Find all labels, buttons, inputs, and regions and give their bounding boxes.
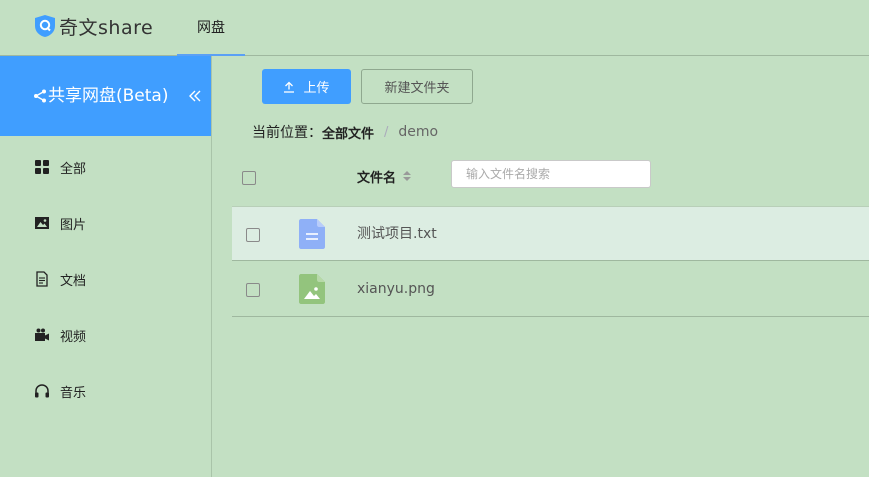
new-folder-button[interactable]: 新建文件夹 xyxy=(361,69,473,104)
select-all-checkbox[interactable] xyxy=(242,171,256,185)
top-bar: 奇文share 网盘 xyxy=(0,0,869,56)
sidebar-item-documents[interactable]: 文档 xyxy=(0,251,211,307)
breadcrumb-current: demo xyxy=(398,124,439,140)
search-input[interactable] xyxy=(451,160,651,188)
image-icon xyxy=(35,217,49,229)
row-checkbox[interactable] xyxy=(246,283,260,297)
headphones-icon xyxy=(35,384,49,398)
upload-button-label: 上传 xyxy=(303,81,330,96)
video-camera-icon xyxy=(35,328,49,341)
sidebar-item-label: 图片 xyxy=(60,217,87,233)
column-header-label: 文件名 xyxy=(357,170,397,186)
sidebar-item-images[interactable]: 图片 xyxy=(0,195,211,251)
double-chevron-left-icon[interactable] xyxy=(188,89,202,103)
sidebar-item-label: 音乐 xyxy=(60,385,87,401)
sidebar-item-videos[interactable]: 视频 xyxy=(0,307,211,363)
document-file-icon xyxy=(299,219,325,249)
sort-icon xyxy=(403,171,412,181)
breadcrumb-separator: / xyxy=(384,124,389,140)
logo-shield-icon xyxy=(35,15,55,37)
sidebar-item-music[interactable]: 音乐 xyxy=(0,363,211,419)
sidebar-item-all[interactable]: 全部 xyxy=(0,139,211,195)
breadcrumb-prefix: 当前位置： xyxy=(252,125,322,141)
file-name[interactable]: xianyu.png xyxy=(357,262,435,317)
sidebar-item-label: 视频 xyxy=(60,329,87,345)
table-row[interactable]: 测试项目.txt xyxy=(232,206,869,261)
upload-button[interactable]: 上传 xyxy=(262,69,351,104)
upload-icon xyxy=(284,81,295,93)
sidebar-title: 共享网盘(Beta) xyxy=(48,86,169,106)
table-row[interactable]: xianyu.png xyxy=(232,262,869,317)
sidebar-item-label: 全部 xyxy=(60,161,87,177)
image-file-icon xyxy=(299,274,325,304)
sidebar: 共享网盘(Beta) 全部 图片 文档 视频 音乐 xyxy=(0,56,212,477)
document-icon xyxy=(36,271,48,287)
row-checkbox[interactable] xyxy=(246,228,260,242)
breadcrumb: 当前位置： 全部文件 / demo xyxy=(252,121,438,143)
logo[interactable]: 奇文share xyxy=(34,12,153,40)
sidebar-header: 共享网盘(Beta) xyxy=(0,56,211,136)
share-icon xyxy=(34,89,46,103)
sidebar-item-label: 文档 xyxy=(60,273,87,289)
breadcrumb-root-link[interactable]: 全部文件 xyxy=(322,123,374,142)
grid-icon xyxy=(35,160,49,174)
logo-text: 奇文share xyxy=(59,16,154,39)
file-name[interactable]: 测试项目.txt xyxy=(357,207,437,262)
column-header-filename[interactable]: 文件名 xyxy=(357,166,412,186)
tab-netdisk[interactable]: 网盘 xyxy=(177,0,245,56)
